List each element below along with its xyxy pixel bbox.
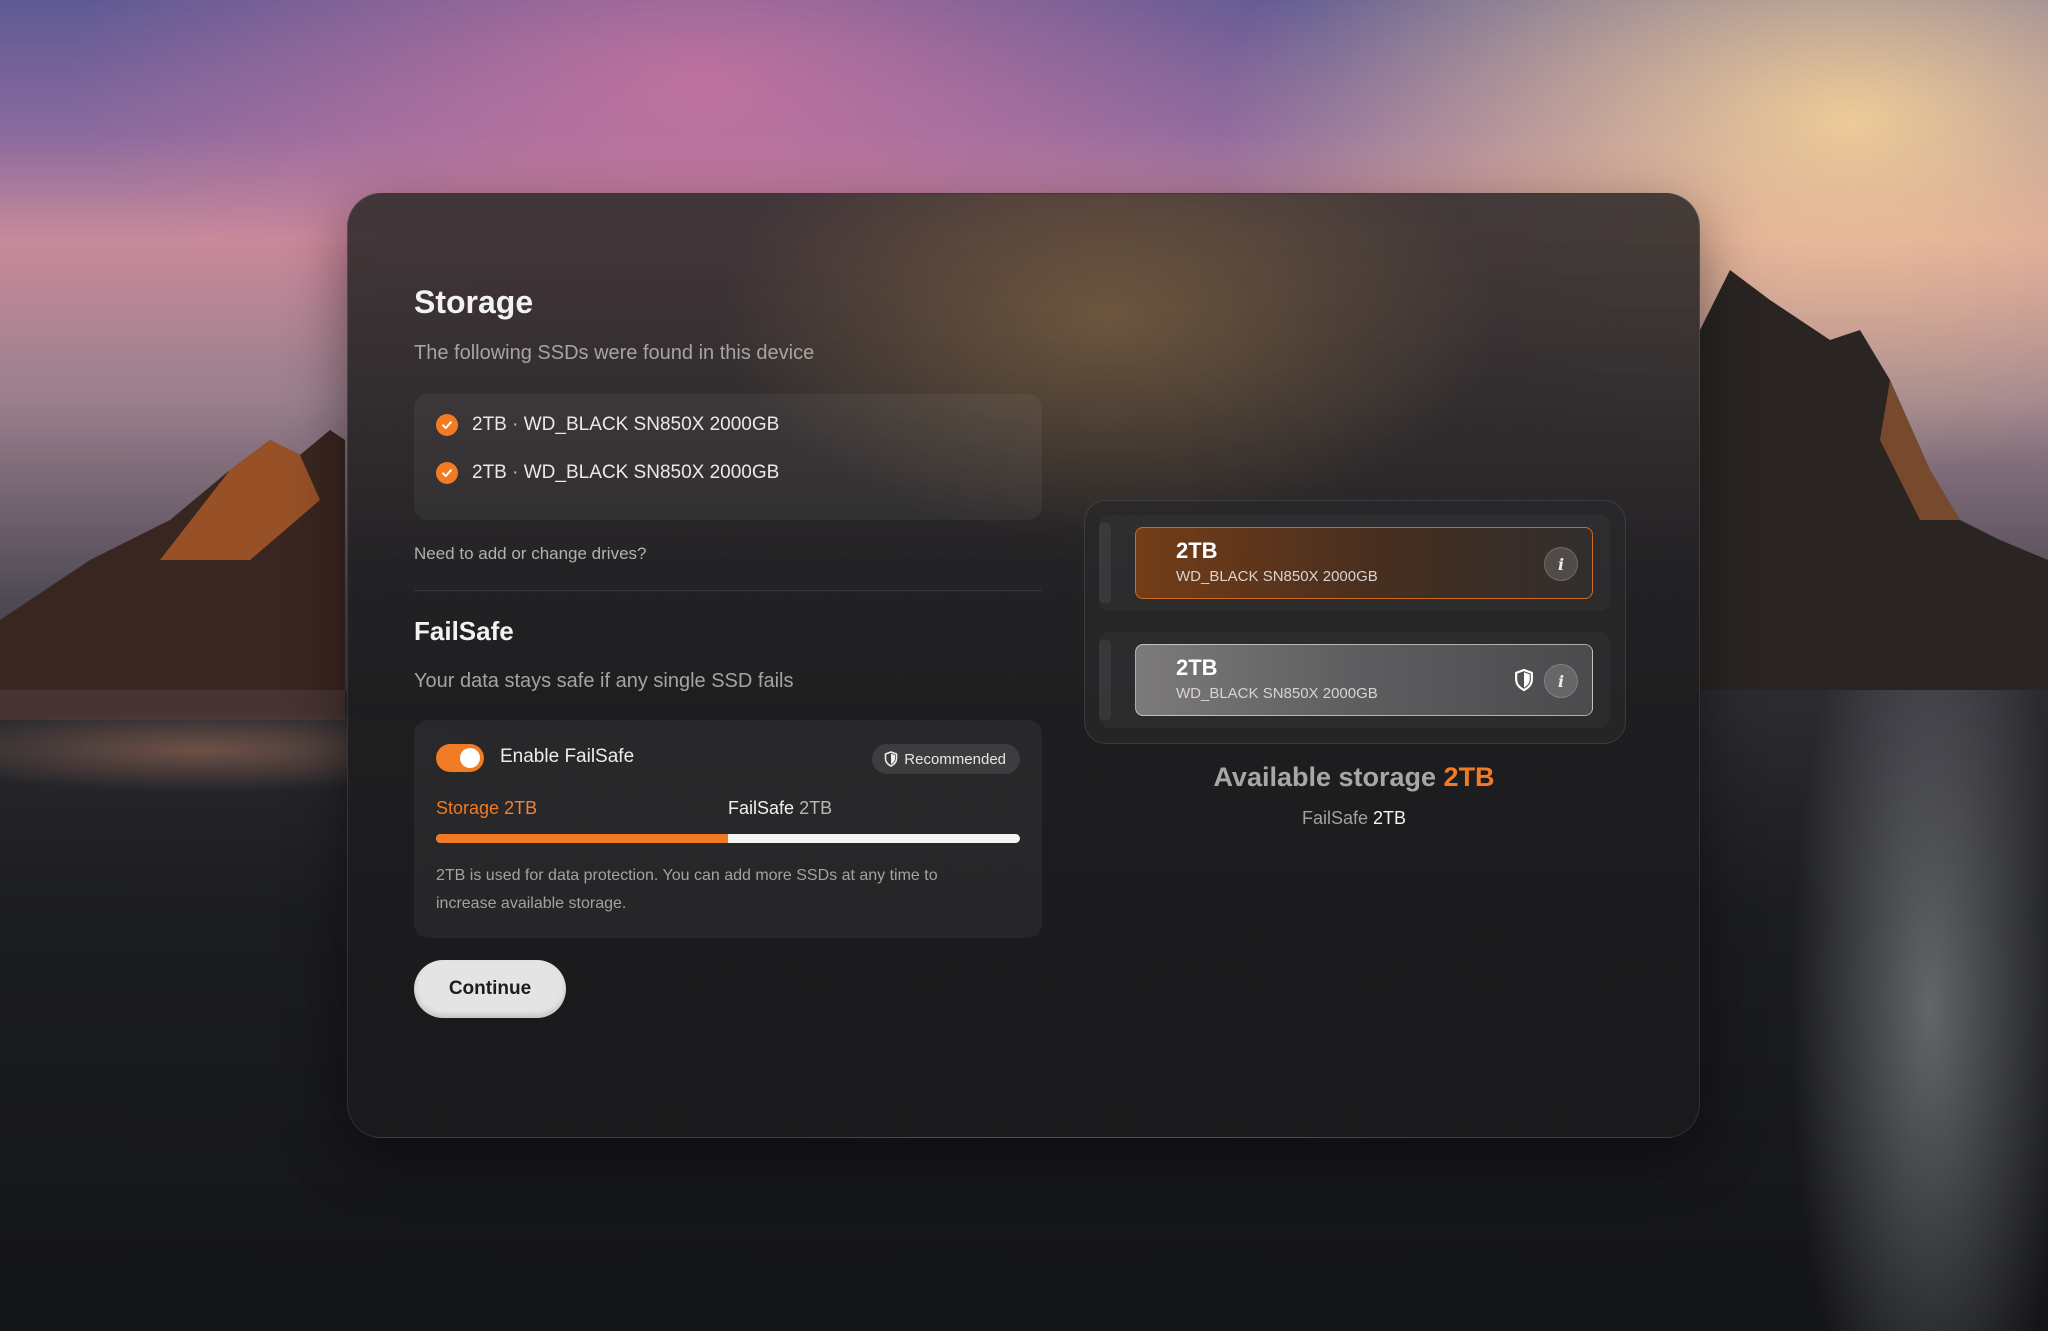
info-icon[interactable]: i <box>1544 664 1578 698</box>
drive-size: 2TB <box>472 414 507 435</box>
continue-button[interactable]: Continue <box>414 960 566 1018</box>
storage-capacity-value: 2TB <box>504 798 538 818</box>
ssd-card-storage[interactable]: 2TB WD_BLACK SN850X 2000GB i <box>1135 527 1593 599</box>
storage-portion <box>436 834 728 843</box>
ssd-model: WD_BLACK SN850X 2000GB <box>1176 685 1378 702</box>
failsafe-subtitle: Your data stays safe if any single SSD f… <box>414 670 794 692</box>
shield-icon <box>884 751 898 767</box>
ssd-bay-panel: 2TB WD_BLACK SN850X 2000GB i 2TB WD_BLAC… <box>1084 500 1626 744</box>
failsafe-summary-value: 2TB <box>1373 808 1407 828</box>
slot-rail <box>1099 523 1111 603</box>
recommended-label: Recommended <box>904 750 1006 768</box>
available-storage-label: Available storage <box>1213 762 1437 792</box>
recommended-badge: Recommended <box>872 744 1020 774</box>
failsafe-summary: FailSafe 2TB <box>1084 808 1624 829</box>
drive-list-item: 2TB · WD_BLACK SN850X 2000GB <box>436 458 779 488</box>
ssd-slot: 2TB WD_BLACK SN850X 2000GB i <box>1099 632 1610 728</box>
storage-subtitle: The following SSDs were found in this de… <box>414 342 815 364</box>
failsafe-title: FailSafe <box>414 616 514 646</box>
drive-list: 2TB · WD_BLACK SN850X 2000GB 2TB · WD_BL… <box>414 394 1042 520</box>
shield-icon <box>1515 668 1533 692</box>
check-icon <box>436 414 458 436</box>
storage-capacity-label: Storage 2TB <box>436 798 537 819</box>
storage-label-text: Storage <box>436 798 500 818</box>
slot-rail <box>1099 640 1111 720</box>
enable-failsafe-label: Enable FailSafe <box>500 746 635 767</box>
drive-separator: · <box>512 462 519 483</box>
change-drives-link[interactable]: Need to add or change drives? <box>414 544 647 564</box>
setup-panel: Storage The following SSDs were found in… <box>347 193 1700 1138</box>
section-divider <box>414 590 1042 591</box>
ssd-size: 2TB <box>1176 655 1218 680</box>
drive-list-item: 2TB · WD_BLACK SN850X 2000GB <box>436 410 779 440</box>
available-storage: Available storage 2TB <box>1084 762 1624 793</box>
failsafe-capacity-value: 2TB <box>799 798 833 818</box>
available-storage-value: 2TB <box>1443 762 1495 792</box>
failsafe-options: Enable FailSafe Recommended Storage 2TB … <box>414 720 1042 938</box>
check-icon <box>436 462 458 484</box>
info-icon[interactable]: i <box>1544 547 1578 581</box>
capacity-bar <box>436 834 1020 843</box>
drive-separator: · <box>512 414 519 435</box>
drive-size: 2TB <box>472 462 507 483</box>
ssd-slot: 2TB WD_BLACK SN850X 2000GB i <box>1099 515 1610 611</box>
toggle-knob <box>460 748 480 768</box>
storage-title: Storage <box>414 284 534 320</box>
failsafe-note: 2TB is used for data protection. You can… <box>436 867 938 912</box>
failsafe-capacity-label: FailSafe 2TB <box>728 798 832 819</box>
failsafe-summary-label: FailSafe <box>1301 808 1368 828</box>
failsafe-label-text: FailSafe <box>728 798 795 818</box>
ssd-card-failsafe[interactable]: 2TB WD_BLACK SN850X 2000GB i <box>1135 644 1593 716</box>
drive-model: WD_BLACK SN850X 2000GB <box>523 462 780 483</box>
enable-failsafe-toggle[interactable] <box>436 744 484 772</box>
drive-model: WD_BLACK SN850X 2000GB <box>523 414 780 435</box>
ssd-model: WD_BLACK SN850X 2000GB <box>1176 568 1378 585</box>
ssd-size: 2TB <box>1176 538 1218 563</box>
